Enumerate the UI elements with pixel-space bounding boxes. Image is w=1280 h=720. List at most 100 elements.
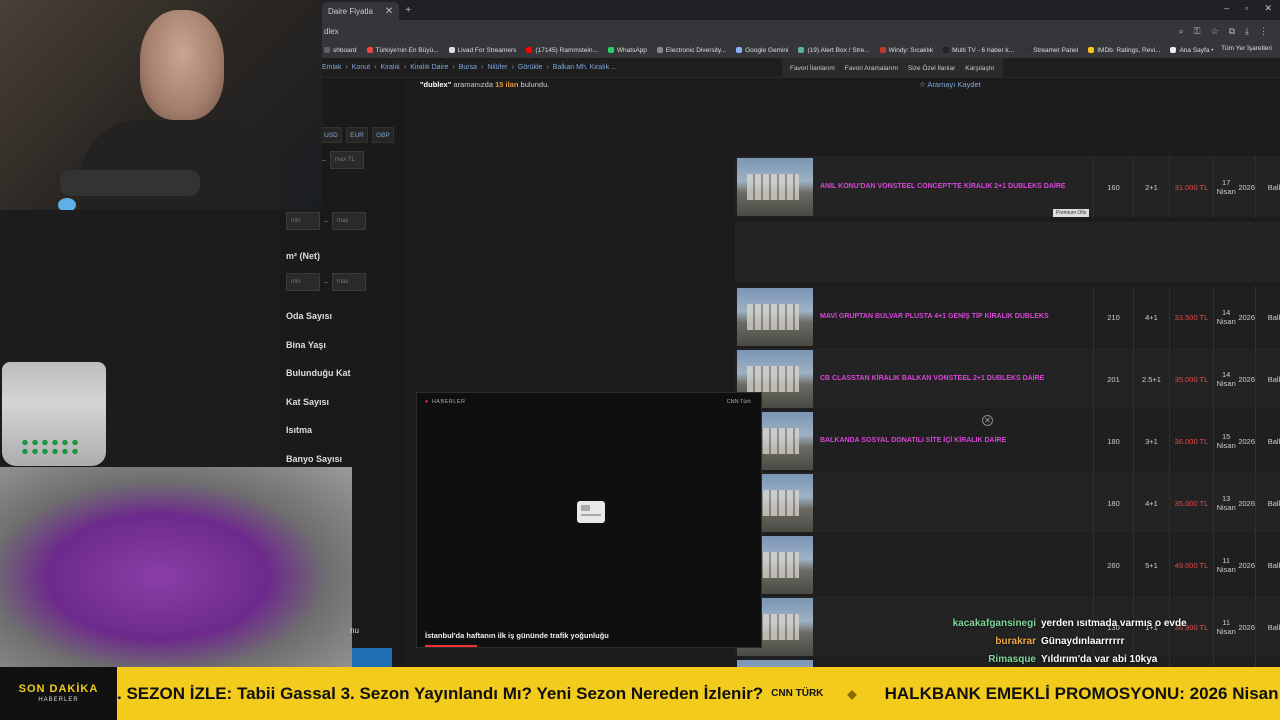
chat-text: Yıldırım'da var abi 10kya [1041, 653, 1158, 665]
breadcrumb-link[interactable]: Görükle [508, 64, 543, 71]
bookmark-item[interactable]: (17145) Rammstein... [526, 47, 598, 54]
close-window-icon[interactable]: ✕ [1264, 3, 1272, 14]
bookmark-label: WhatsApp [616, 46, 647, 54]
bookmark-favicon-icon [366, 47, 373, 53]
extensions-icon[interactable]: ⧉ [1229, 26, 1235, 37]
bookmark-item[interactable]: Türkiye'nin En Büyü... [366, 47, 439, 54]
user-tab-link[interactable]: Size Özel İlanlar [908, 65, 955, 72]
bookmark-item[interactable]: Windy: Sıcaklık [879, 47, 933, 54]
user-tab-link[interactable]: Karşılaştır [965, 65, 994, 72]
bookmark-label: IMDb: Ratings, Revi... [1097, 46, 1161, 54]
close-circle-icon[interactable]: ✕ [982, 415, 993, 426]
listing-price: 36.000 TL [1169, 410, 1213, 472]
user-tab-link[interactable]: Favori İlanlarım [790, 65, 835, 72]
listing-row[interactable]: 1804+135.000 TL13 Nisan2026Balkan Mh. [735, 472, 1280, 534]
bookmark-item[interactable]: WhatsApp [607, 46, 647, 54]
all-bookmarks-button[interactable]: Tüm Yer İşaretleri [1215, 45, 1272, 52]
ticker-logo-title: SON DAKİKA [18, 683, 99, 695]
listing-rooms: 4+1 [1133, 472, 1169, 534]
listing-row[interactable]: ANIL KONU'DAN VONSTEEL CONCEPT'TE KİRALI… [735, 156, 1280, 218]
bookmark-item[interactable]: Livad For Streamers [448, 47, 516, 54]
listing-title[interactable]: BALKANDA SOSYAL DONATILI SİTE İÇİ KİRALI… [820, 437, 1006, 444]
pet-camera [0, 467, 352, 667]
filter-4[interactable]: Kat Sayısı [286, 397, 329, 407]
filter-6[interactable]: Banyo Sayısı [286, 454, 342, 464]
listing-row[interactable]: 2605+149.000 TL11 Nisan2026Balkan Mh. [735, 534, 1280, 596]
range-sep: – [324, 278, 328, 286]
filter-1[interactable]: Oda Sayısı [286, 311, 332, 321]
browser-tab-bar: Daire Fiyatla ✕ + – ▫ ✕ [322, 0, 1280, 20]
close-tab-icon[interactable]: ✕ [385, 6, 393, 17]
min-input[interactable]: min [286, 212, 320, 230]
breadcrumb-link[interactable]: Nilüfer [477, 64, 507, 71]
new-tab-icon[interactable]: + [405, 5, 411, 16]
currency-button[interactable]: EUR [346, 127, 368, 143]
breadcrumb-link[interactable]: Kiralık [370, 64, 399, 71]
chat-username: kacakafgansinegi [952, 617, 1036, 629]
bookmark-favicon-icon [1170, 47, 1177, 53]
maximize-icon[interactable]: ▫ [1245, 3, 1248, 14]
url-input[interactable]: dlex [324, 27, 1179, 36]
listing-date: 13 Nisan 2026 [1213, 472, 1255, 534]
currency-button[interactable]: USD [320, 127, 342, 143]
range-sep: – [322, 156, 326, 164]
breadcrumb-link[interactable]: Konut [341, 64, 370, 71]
listing-rooms: 2+1 [1133, 156, 1169, 218]
listing-price: 49.000 TL [1169, 534, 1213, 596]
key-icon[interactable]: ⚿ [1194, 26, 1201, 37]
currency-button[interactable]: GBP [372, 127, 394, 143]
webcam-overlay [0, 0, 322, 210]
listing-date: 15 Nisan 2026 [1213, 410, 1255, 472]
sidebar-partial-label: nu [350, 626, 359, 635]
bookmark-label: (19) Alert Box / Stre... [807, 46, 870, 54]
listing-price: 35.000 TL [1169, 348, 1213, 410]
listing-title[interactable]: MAVİ GRUPTAN BULVAR PLUSTA 4+1 GENİŞ TİP… [820, 313, 1049, 320]
save-search-link[interactable]: ☆ Aramayı Kaydet [919, 80, 981, 89]
listing-row[interactable]: BALKANDA SOSYAL DONATILI SİTE İÇİ KİRALI… [735, 410, 1280, 472]
star-icon[interactable]: ☆ [1211, 26, 1219, 37]
bookmark-item[interactable]: Google Gemini [736, 47, 788, 54]
filter-2[interactable]: Bina Yaşı [286, 340, 326, 350]
chat-text: yerden ısıtmada varmıs o evde [1041, 617, 1187, 629]
bookmark-item[interactable]: shboard [324, 47, 357, 54]
listing-row[interactable]: CB CLASSTAN KİRALIK BALKAN VONSTEEL 2+1 … [735, 348, 1280, 410]
price-max-input[interactable]: max TL [329, 151, 364, 169]
m2-max-input[interactable]: max [331, 273, 366, 291]
menu-icon[interactable]: ⋮ [1259, 26, 1268, 37]
listing-title[interactable]: CB CLASSTAN KİRALIK BALKAN VONSTEEL 2+1 … [820, 375, 1044, 382]
listing-row[interactable]: MAVİ GRUPTAN BULVAR PLUSTA 4+1 GENİŞ TİP… [735, 286, 1280, 348]
bookmark-item[interactable]: (19) Alert Box / Stre... [798, 46, 870, 54]
bookmark-item[interactable]: Multi TV - 6 haber k... [943, 47, 1014, 54]
listing-date-day: 14 Nisan [1216, 370, 1236, 388]
listing-thumbnail[interactable] [737, 158, 813, 216]
listing-title[interactable]: ANIL KONU'DAN VONSTEEL CONCEPT'TE KİRALI… [820, 183, 1066, 190]
sidebar-blue-button[interactable] [352, 648, 392, 668]
filter-5[interactable]: Isıtma [286, 425, 312, 435]
ticker-content: . SEZON İZLE: Tabii Gassal 3. Sezon Yayı… [117, 667, 1279, 720]
bookmark-item[interactable]: IMDb: Ratings, Revi... [1088, 47, 1160, 54]
window-controls: – ▫ ✕ [1224, 3, 1272, 14]
m2-range-inputs: min – max [286, 273, 366, 291]
breadcrumb-link[interactable]: Balkan Mh. Kiralık ... [542, 64, 617, 71]
max-input[interactable]: max [331, 212, 366, 230]
listing-date-day: 13 Nisan [1216, 494, 1236, 512]
breadcrumb-link[interactable]: Bursa [448, 64, 477, 71]
user-tab-link[interactable]: Favori Aramalarım [845, 65, 898, 72]
breadcrumb-link[interactable]: Kiralık Daire [400, 64, 448, 71]
address-bar: dlex ⌕ ⚿ ☆ ⧉ ⤓ ⋮ [322, 20, 1280, 42]
listing-m2: 180 [1093, 410, 1133, 472]
listing-location: Balkan Mh. [1255, 286, 1280, 348]
m2-min-input[interactable]: min [286, 273, 320, 291]
bookmark-item[interactable]: Electronic Diversity... [656, 47, 726, 54]
bookmark-item[interactable]: Streamer Panel [1024, 47, 1078, 54]
browser-tab[interactable]: Daire Fiyatla ✕ [322, 2, 400, 20]
download-icon[interactable]: ⤓ [1245, 26, 1249, 37]
listing-m2: 160 [1093, 156, 1133, 218]
minimize-icon[interactable]: – [1224, 3, 1229, 14]
listing-thumbnail[interactable] [737, 288, 813, 346]
results-text-end: bulundu. [520, 80, 550, 89]
zoom-icon[interactable]: ⌕ [1179, 26, 1184, 37]
bookmark-favicon-icon [1024, 47, 1031, 53]
filter-3[interactable]: Bulunduğu Kat [286, 368, 351, 378]
breadcrumb-link[interactable]: Emlak [322, 64, 341, 71]
